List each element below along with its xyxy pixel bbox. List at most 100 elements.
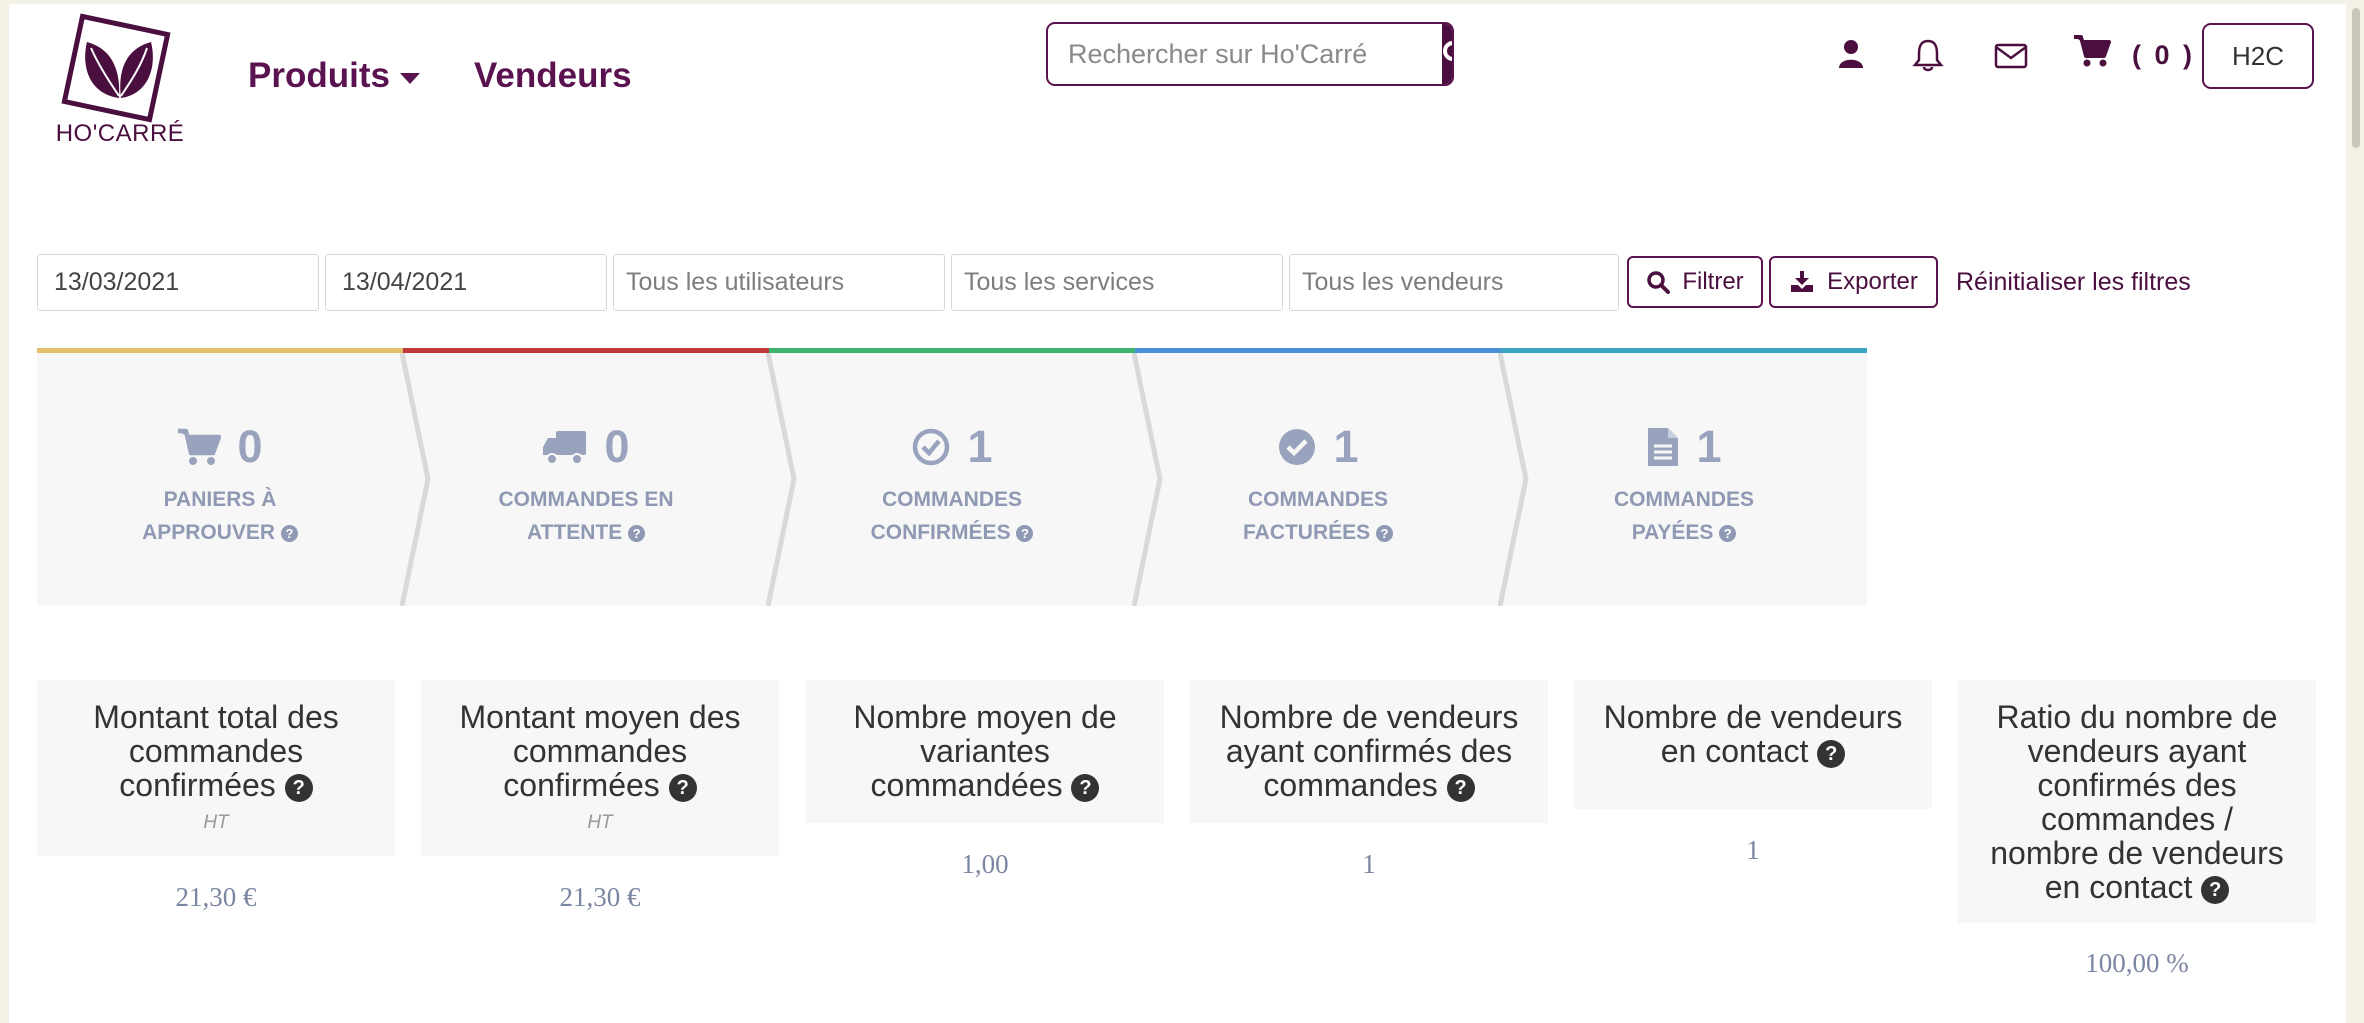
help-icon[interactable]: ?: [1376, 525, 1394, 542]
stat-title-line: commandes /: [2040, 801, 2234, 837]
scrollbar[interactable]: [2346, 0, 2364, 1023]
export-button-label: Exporter: [1827, 268, 1918, 295]
stat-title-line: confirmées: [119, 767, 276, 803]
cart-icon: [178, 428, 222, 465]
help-icon[interactable]: ?: [1719, 525, 1737, 542]
envelope-icon[interactable]: [1994, 42, 2028, 70]
stat-title-line: commandes: [1263, 767, 1438, 803]
stat-title-line: commandes: [128, 733, 304, 769]
step-count: 0: [237, 421, 263, 472]
stat-title-line: Ratio du nombre de: [1996, 699, 2278, 735]
stat-title-line: nombre de vendeurs: [1990, 835, 2284, 871]
stat-title-line: en contact: [2044, 869, 2193, 905]
step-count: 1: [1696, 421, 1722, 472]
cart-count[interactable]: ( 0 ): [2132, 40, 2195, 71]
search-button[interactable]: [1442, 24, 1452, 84]
download-icon: [1791, 271, 1814, 292]
step-separator-icon: [1132, 353, 1163, 606]
stat-subtitle: HT: [203, 812, 229, 833]
help-icon[interactable]: ?: [1016, 525, 1034, 542]
vendors-select[interactable]: Tous les vendeurs: [1289, 254, 1619, 311]
step-label-line2: FACTURÉES: [1242, 521, 1371, 544]
step-carts-to-approve[interactable]: 0 PANIERS À APPROUVER ?: [37, 348, 403, 606]
stat-title-line: variantes: [920, 733, 1050, 769]
bell-icon[interactable]: [1912, 38, 1944, 72]
help-icon[interactable]: ?: [1446, 774, 1475, 802]
step-paid-orders[interactable]: 1 COMMANDES PAYÉES ?: [1501, 348, 1867, 606]
search-bar: [1046, 22, 1454, 86]
check-circle-icon: [1279, 429, 1316, 465]
filter-button-label: Filtrer: [1682, 268, 1744, 295]
stat-title-line: ayant confirmés des: [1225, 733, 1513, 769]
step-label-line1: COMMANDES: [882, 488, 1022, 511]
step-separator-icon: [1498, 353, 1529, 606]
users-select[interactable]: Tous les utilisateurs: [613, 254, 945, 311]
stat-title-line: vendeurs ayant: [2027, 733, 2247, 769]
search-input[interactable]: [1048, 24, 1442, 84]
stat-subtitle: HT: [587, 812, 613, 833]
nav-vendors-label: Vendeurs: [474, 56, 632, 95]
scrollbar-thumb[interactable]: [2352, 8, 2360, 148]
stat-card-average-amount: Montant moyen des commandes confirmées ? H…: [421, 680, 779, 856]
stat-card-average-variants: Nombre moyen de variantes commandées ?: [806, 680, 1164, 823]
stat-card-total-amount: Montant total des commandes confirmées ? H…: [37, 680, 395, 856]
reset-filters-link[interactable]: Réinitialiser les filtres: [1956, 268, 2191, 297]
stat-title-line: en contact: [1660, 733, 1809, 769]
step-count: 1: [967, 421, 993, 472]
services-select[interactable]: Tous les services: [951, 254, 1283, 311]
logo[interactable]: HO'CARRÉ: [45, 12, 195, 152]
step-label-line2: ATTENTE: [526, 521, 623, 544]
stat-title-line: Nombre moyen de: [853, 699, 1117, 735]
stat-title-line: confirmés des: [2037, 767, 2237, 803]
step-label-line1: COMMANDES EN: [498, 488, 674, 511]
stat-title-line: Nombre de vendeurs: [1603, 699, 1903, 735]
stat-title-line: confirmées: [503, 767, 660, 803]
step-invoiced-orders[interactable]: 1 COMMANDES FACTURÉES ?: [1135, 348, 1501, 606]
help-icon[interactable]: ?: [280, 525, 298, 542]
step-confirmed-orders[interactable]: 1 COMMANDES CONFIRMÉES ?: [769, 348, 1135, 606]
user-icon[interactable]: [1838, 38, 1864, 70]
stat-value: 100,00 %: [2085, 948, 2189, 978]
step-separator-icon: [400, 353, 431, 606]
help-icon[interactable]: ?: [628, 525, 646, 542]
filter-button[interactable]: Filtrer: [1627, 256, 1763, 308]
stat-value: 21,30 €: [559, 882, 641, 912]
stat-value: 1: [1362, 849, 1376, 879]
stat-title-line: commandes: [512, 733, 688, 769]
export-button[interactable]: Exporter: [1769, 256, 1938, 308]
document-icon: [1648, 428, 1679, 466]
step-count: 1: [1333, 421, 1359, 472]
stat-card-confirming-vendors: Nombre de vendeurs ayant confirmés des com…: [1190, 680, 1548, 823]
step-label-line2: PAYÉES: [1631, 521, 1714, 544]
search-icon: [1647, 271, 1671, 294]
logo-text: HO'CARRÉ: [55, 120, 185, 147]
stat-title-line: Nombre de vendeurs: [1219, 699, 1519, 735]
truck-icon: [543, 431, 587, 465]
step-count: 0: [604, 421, 630, 472]
date-to-input[interactable]: 13/04/2021: [325, 254, 607, 311]
stat-value: 21,30 €: [175, 882, 257, 912]
date-from-input[interactable]: 13/03/2021: [37, 254, 319, 311]
stat-card-contact-vendors: Nombre de vendeurs en contact ?: [1574, 680, 1932, 809]
help-icon[interactable]: ?: [1817, 740, 1846, 768]
leaf-icon: [85, 42, 153, 98]
stat-card-vendor-ratio: Ratio du nombre de vendeurs ayant confirmé…: [1958, 680, 2316, 923]
nav-products-label: Produits: [248, 56, 390, 95]
step-pending-orders[interactable]: 0 COMMANDES EN ATTENTE ?: [403, 348, 769, 606]
cart-icon[interactable]: [2073, 34, 2111, 68]
nav-products[interactable]: Produits: [248, 56, 420, 96]
step-label-line2: CONFIRMÉES: [870, 521, 1011, 544]
help-icon[interactable]: ?: [1071, 774, 1100, 802]
nav-vendors[interactable]: Vendeurs: [474, 56, 632, 96]
stat-title-line: Montant total des: [93, 699, 339, 735]
step-label-line1: PANIERS À: [163, 488, 277, 511]
help-icon[interactable]: ?: [284, 774, 313, 802]
step-label-line1: COMMANDES: [1614, 488, 1754, 511]
search-icon: [1443, 41, 1452, 61]
help-icon[interactable]: ?: [668, 774, 697, 802]
account-type-button[interactable]: H2C: [2202, 23, 2314, 89]
help-icon[interactable]: ?: [2201, 876, 2230, 904]
stat-title-line: commandées: [870, 767, 1063, 803]
step-label-line1: COMMANDES: [1248, 488, 1388, 511]
step-label-line2: APPROUVER: [142, 521, 276, 544]
